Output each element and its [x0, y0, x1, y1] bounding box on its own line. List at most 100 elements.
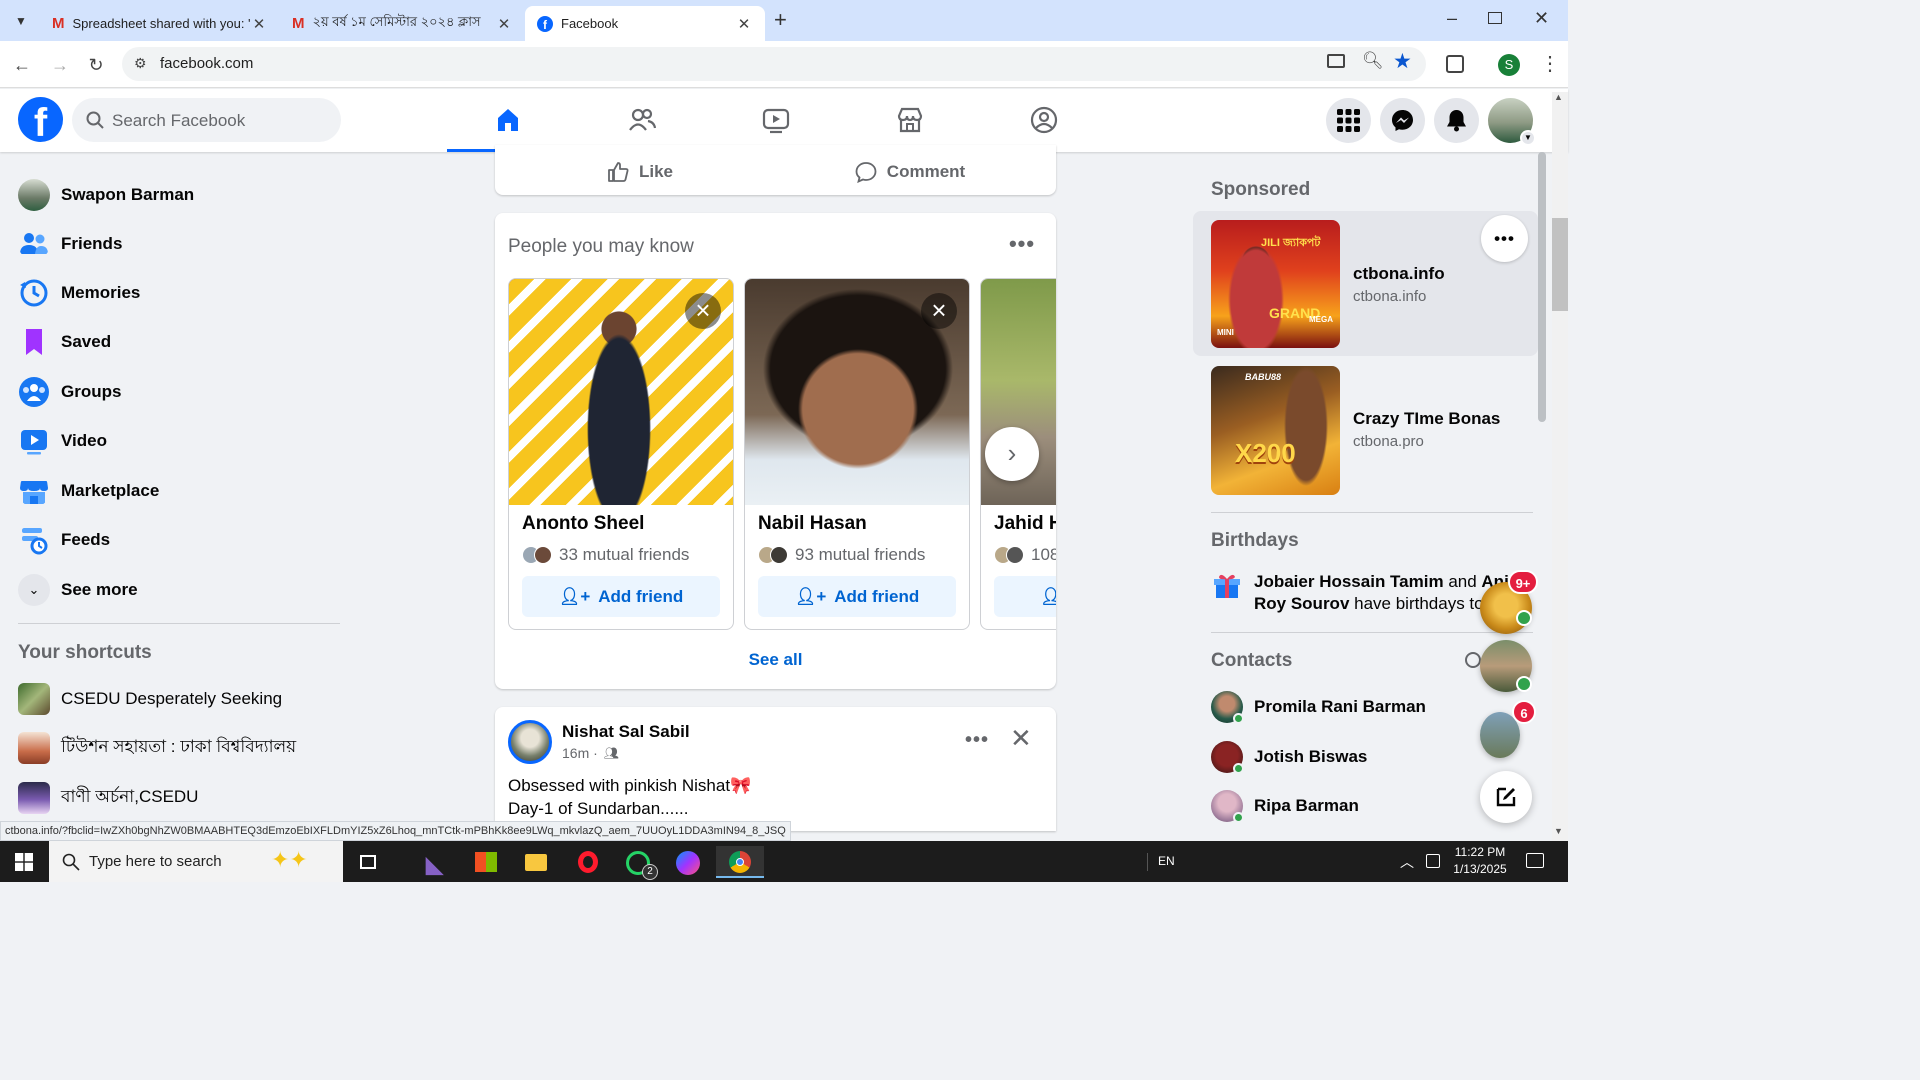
clock[interactable]: 11:22 PM 1/13/2025: [1448, 844, 1512, 878]
nav-marketplace[interactable]: [849, 89, 970, 152]
see-all-link[interactable]: See all: [495, 650, 1056, 670]
person-name[interactable]: Anonto Sheel: [522, 513, 644, 535]
new-tab-button[interactable]: +: [774, 8, 796, 32]
new-message-button[interactable]: [1480, 771, 1532, 823]
browser-menu-icon[interactable]: ⋮: [1540, 51, 1560, 77]
like-button[interactable]: Like: [505, 153, 775, 191]
post-author-avatar[interactable]: [508, 720, 552, 764]
messenger-app-icon[interactable]: [668, 846, 708, 878]
ad-image[interactable]: BABU88 X200: [1211, 366, 1340, 495]
person-name[interactable]: Nabil Hasan: [758, 513, 867, 535]
more-options-icon[interactable]: •••: [1004, 231, 1040, 259]
search-input[interactable]: Search Facebook: [72, 98, 341, 142]
messenger-button[interactable]: [1380, 98, 1425, 143]
tab-gmail-class[interactable]: M ২য় বর্ষ ১ম সেমিস্টার ২০২৪ ক্লাস ✕: [280, 6, 525, 41]
person-card[interactable]: × Nabil Hasan 93 mutual friends 👤︎+ Add …: [744, 278, 970, 630]
close-window-button[interactable]: ✕: [1534, 8, 1554, 32]
sidebar-item-feeds[interactable]: Feeds: [18, 518, 338, 562]
inner-scrollbar-thumb[interactable]: [1538, 152, 1546, 422]
sidebar-see-more[interactable]: ⌄ See more: [18, 568, 338, 612]
ad-title[interactable]: ctbona.info: [1353, 264, 1445, 284]
profile-avatar[interactable]: S: [1498, 54, 1520, 76]
nav-home[interactable]: [447, 89, 568, 152]
post-close-icon[interactable]: ✕: [1010, 723, 1032, 754]
start-button[interactable]: [0, 841, 49, 882]
close-icon[interactable]: ✕: [735, 15, 753, 33]
sponsored-ad[interactable]: JILI জ্যাকপট GRAND MINI MEGA ctbona.info…: [1193, 211, 1538, 356]
contact-item[interactable]: Ripa Barman: [1211, 788, 1359, 824]
post-author-name[interactable]: Nishat Sal Sabil: [562, 722, 690, 742]
shortcut-item[interactable]: টিউশন সহায়তা : ঢাকা বিশ্ববিদ্যালয়: [18, 726, 338, 770]
scrollbar-up-arrow[interactable]: ▲: [1554, 92, 1563, 102]
zoom-icon[interactable]: 🔍︎: [1362, 51, 1384, 71]
tray-device-icon[interactable]: [1426, 854, 1440, 868]
tab-facebook[interactable]: f Facebook ✕: [525, 6, 765, 41]
chrome-icon[interactable]: [716, 846, 764, 878]
shortcut-item[interactable]: বাণী অর্চনা,CSEDU: [18, 776, 338, 820]
file-explorer-icon[interactable]: [516, 846, 556, 878]
taskbar-search-input[interactable]: Type here to search ✦✦: [49, 841, 343, 882]
tab-search-dropdown[interactable]: ▼: [8, 8, 34, 34]
omnibox[interactable]: ⚙ facebook.com 🔍︎ ★: [122, 47, 1426, 81]
nav-friends[interactable]: [581, 89, 702, 152]
contact-item[interactable]: Promila Rani Barman: [1211, 689, 1426, 725]
whatsapp-icon[interactable]: 2: [618, 846, 658, 880]
post-more-options-icon[interactable]: •••: [965, 729, 989, 752]
bookmark-star-icon[interactable]: ★: [1393, 49, 1412, 74]
contacts-search-icon[interactable]: [1465, 652, 1481, 668]
account-avatar[interactable]: ▼: [1488, 98, 1536, 146]
close-icon[interactable]: ×: [921, 293, 957, 329]
shortcut-item[interactable]: CSEDU Desperately Seeking: [18, 677, 338, 721]
store-icon[interactable]: [466, 846, 506, 878]
notifications-button[interactable]: [1434, 98, 1479, 143]
next-arrow-button[interactable]: ›: [985, 427, 1039, 481]
sidebar-item-saved[interactable]: Saved: [18, 320, 338, 364]
sidebar-item-profile[interactable]: Swapon Barman: [18, 173, 338, 217]
extensions-icon[interactable]: [1446, 55, 1464, 73]
forward-button[interactable]: →: [48, 53, 72, 77]
add-friend-button[interactable]: 👤︎: [994, 576, 1056, 617]
scrollbar-thumb[interactable]: [1552, 218, 1568, 311]
nav-video[interactable]: [715, 89, 836, 152]
task-view-icon[interactable]: [348, 846, 388, 878]
opera-icon[interactable]: [568, 846, 608, 878]
tray-chevron-up-icon[interactable]: ︿: [1400, 852, 1414, 872]
add-friend-button[interactable]: 👤︎+ Add friend: [522, 576, 720, 617]
ad-options-button[interactable]: •••: [1481, 215, 1528, 262]
chat-head[interactable]: 9+: [1480, 570, 1538, 634]
sidebar-item-marketplace[interactable]: Marketplace: [18, 469, 338, 513]
close-icon[interactable]: ✕: [250, 15, 268, 33]
reload-button[interactable]: ↻: [84, 53, 108, 77]
tab-gmail-spreadsheet[interactable]: M Spreadsheet shared with you: "I ✕: [40, 6, 280, 41]
person-name[interactable]: Jahid H: [994, 513, 1056, 535]
birthdays-text[interactable]: Jobaier Hossain Tamim and Ani Roy Sourov…: [1254, 571, 1516, 615]
back-button[interactable]: ←: [10, 53, 34, 77]
visual-studio-icon[interactable]: ◣: [416, 846, 456, 878]
menu-button[interactable]: [1326, 98, 1371, 143]
add-friend-button[interactable]: 👤︎+ Add friend: [758, 576, 956, 617]
chat-head[interactable]: 6: [1480, 700, 1536, 758]
language-indicator[interactable]: EN: [1158, 854, 1175, 868]
sidebar-item-memories[interactable]: Memories: [18, 271, 338, 315]
comment-button[interactable]: Comment: [775, 153, 1045, 191]
page-scrollbar[interactable]: ▲ ▼: [1552, 92, 1568, 841]
close-icon[interactable]: ✕: [495, 15, 513, 33]
ad-image[interactable]: JILI জ্যাকপট GRAND MINI MEGA: [1211, 220, 1340, 348]
nav-gaming[interactable]: [983, 89, 1104, 152]
restore-button[interactable]: [1488, 12, 1502, 24]
contact-item[interactable]: Jotish Biswas: [1211, 739, 1367, 775]
sidebar-item-video[interactable]: Video: [18, 419, 338, 463]
site-info-icon[interactable]: ⚙: [134, 55, 147, 72]
scrollbar-down-arrow[interactable]: ▼: [1554, 826, 1563, 836]
install-app-icon[interactable]: [1327, 54, 1345, 68]
ad-title[interactable]: Crazy TIme Bonas: [1353, 409, 1500, 429]
close-icon[interactable]: ×: [685, 293, 721, 329]
sidebar-item-friends[interactable]: Friends: [18, 222, 338, 266]
sidebar-item-groups[interactable]: Groups: [18, 370, 338, 414]
minimize-button[interactable]: –: [1440, 8, 1464, 32]
notification-center-icon[interactable]: [1526, 853, 1544, 868]
sponsored-ad[interactable]: BABU88 X200 Crazy TIme Bonas ctbona.pro: [1193, 358, 1538, 503]
post-time[interactable]: 16m ·: [562, 745, 598, 761]
chat-head[interactable]: [1480, 640, 1532, 692]
facebook-logo[interactable]: f: [18, 97, 63, 142]
